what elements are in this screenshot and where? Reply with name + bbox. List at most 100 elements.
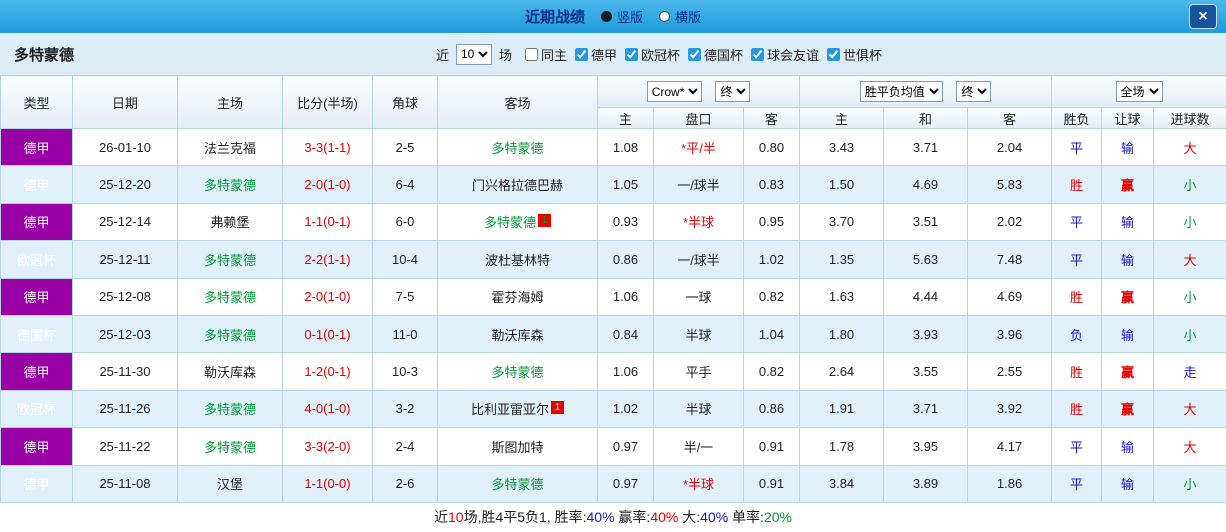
goals-cell: 走 <box>1153 352 1226 391</box>
result-cell: 胜 <box>1051 389 1103 429</box>
date-cell: 25-12-03 <box>72 314 178 354</box>
near-label: 近 <box>435 47 449 63</box>
handicap-cell: *半球 <box>653 464 744 503</box>
summary-part: 赢率: <box>614 509 651 526</box>
corner-cell: 10-3 <box>372 352 438 391</box>
filter-option[interactable]: 球会友谊 <box>751 45 819 64</box>
corner-cell: 11-0 <box>372 314 438 354</box>
home-team-cell: 多特蒙德 <box>177 314 283 354</box>
table-row: 德国杯 25-12-03 多特蒙德 0-1(0-1) 11-0 勒沃库森 0.84 半球 1.0… <box>0 314 1226 354</box>
table-row: 德甲 25-11-08 汉堡 1-1(0-0) 2-6 多特蒙德 0.97 *半球 0.91 3.… <box>0 464 1226 503</box>
avg-odds-header: 胜平负均值 终 <box>799 75 1053 108</box>
handicap-result-cell: 输 <box>1101 202 1155 242</box>
filter-checkbox[interactable] <box>827 47 841 61</box>
avg-state-select[interactable]: 终 <box>956 81 992 102</box>
handicap-cell: 一/球半 <box>653 240 744 279</box>
filter-label: 球会友谊 <box>767 47 820 63</box>
home-odds-cell: 1.08 <box>597 127 654 167</box>
handicap-result-cell: 赢 <box>1101 352 1155 391</box>
title-bar: 近期战绩 竖版 横版 × <box>0 0 1226 33</box>
score-cell: 1-1(0-1) <box>282 202 373 242</box>
layout-radio-vertical[interactable]: 竖版 <box>600 7 643 26</box>
sub-header-goals: 进球数 <box>1153 107 1226 129</box>
avg-home-cell: 1.78 <box>799 427 885 466</box>
avg-select[interactable]: 胜平负均值 <box>859 81 943 102</box>
avg-home-cell: 1.80 <box>799 314 885 354</box>
filter-option[interactable]: 欧冠杯 <box>625 45 680 64</box>
filter-option[interactable]: 德国杯 <box>688 45 743 64</box>
home-odds-cell: 0.97 <box>597 464 654 503</box>
avg-draw-cell: 3.95 <box>883 427 969 466</box>
avg-draw-cell: 3.71 <box>883 389 969 429</box>
window-title: 近期战绩 <box>524 9 585 26</box>
away-team-cell: 多特蒙德 <box>437 127 598 167</box>
home-team-cell: 多特蒙德 <box>177 165 283 204</box>
away-team-cell: 多特蒙德 1 <box>437 202 598 242</box>
sub-header-home-odds: 主 <box>597 107 654 129</box>
filter-checkbox[interactable] <box>688 47 702 61</box>
table-row: 德甲 26-01-10 法兰克福 3-3(1-1) 2-5 多特蒙德 1.08 *平/半 0.8… <box>0 127 1226 167</box>
handicap-odds-header: Crow* 终 <box>596 75 801 108</box>
avg-away-cell: 4.17 <box>967 427 1053 466</box>
home-odds-cell: 1.02 <box>597 389 654 429</box>
summary-big-rate: 40% <box>700 509 729 526</box>
layout-radio-horizontal[interactable]: 横版 <box>659 7 701 26</box>
radio-unselected-icon <box>659 11 670 22</box>
away-odds-cell: 0.91 <box>742 464 801 503</box>
table-row: 德甲 25-12-08 多特蒙德 2-0(1-0) 7-5 霍芬海姆 1.06 一球 0.82 1… <box>0 277 1226 316</box>
bookmaker-select[interactable]: Crow* <box>646 81 702 102</box>
vertical-label: 竖版 <box>616 10 643 25</box>
table-row: 欧冠杯 25-12-11 多特蒙德 2-2(1-1) 10-4 波杜基林特 0.86 一/球半… <box>0 240 1226 279</box>
match-count-select[interactable]: 10 <box>455 43 492 65</box>
avg-away-cell: 4.69 <box>967 277 1053 316</box>
avg-home-cell: 1.63 <box>799 277 885 316</box>
away-team-cell: 门兴格拉德巴赫 <box>437 165 598 204</box>
date-cell: 25-12-14 <box>72 202 178 242</box>
close-button[interactable]: × <box>1189 4 1217 29</box>
away-odds-cell: 0.80 <box>742 127 801 167</box>
avg-home-cell: 3.43 <box>799 127 885 167</box>
handicap-cell: 一球 <box>653 277 744 316</box>
league-cell: 德甲 <box>0 165 73 204</box>
sub-header-result: 胜负 <box>1051 107 1103 129</box>
filter-option[interactable]: 德甲 <box>574 45 617 64</box>
filter-checkbox[interactable] <box>751 47 765 61</box>
handicap-result-cell: 赢 <box>1101 165 1155 204</box>
scope-select[interactable]: 全场 <box>1115 81 1163 102</box>
goals-cell: 小 <box>1153 314 1226 354</box>
home-team-cell: 多特蒙德 <box>177 240 283 279</box>
goals-cell: 小 <box>1153 202 1226 242</box>
league-cell: 德甲 <box>0 127 73 167</box>
filter-checkbox[interactable] <box>625 47 638 61</box>
sub-header-avg-away: 客 <box>967 107 1053 129</box>
bookmaker-state-select[interactable]: 终 <box>715 81 751 102</box>
avg-draw-cell: 3.55 <box>883 352 969 391</box>
avg-home-cell: 3.84 <box>799 464 885 503</box>
summary-cover-rate: 40% <box>650 509 679 526</box>
avg-away-cell: 2.02 <box>967 202 1053 242</box>
handicap-cell: *平/半 <box>653 127 744 167</box>
results-tbody: 德甲 26-01-10 法兰克福 3-3(1-1) 2-5 多特蒙德 1.08 *平/半 0.8… <box>0 127 1226 503</box>
col-header-score: 比分(半场) <box>282 75 373 129</box>
filter-checkbox[interactable] <box>524 47 538 61</box>
filter-option[interactable]: 世俱杯 <box>827 45 882 64</box>
avg-away-cell: 5.83 <box>967 165 1053 204</box>
corner-cell: 7-5 <box>372 277 438 316</box>
avg-away-cell: 2.55 <box>967 352 1053 391</box>
result-cell: 负 <box>1051 314 1103 354</box>
filter-label: 德国杯 <box>704 47 744 63</box>
away-odds-cell: 1.04 <box>742 314 801 354</box>
filter-controls: 近 10 场 同主 德甲 欧冠杯 德国杯 球会友谊 世俱杯 <box>435 43 882 65</box>
col-header-type: 类型 <box>0 75 73 129</box>
filter-checkbox[interactable] <box>574 47 588 61</box>
score-cell: 3-3(1-1) <box>282 127 373 167</box>
league-cell: 德甲 <box>0 427 73 466</box>
avg-away-cell: 1.86 <box>967 464 1053 503</box>
away-team-cell: 多特蒙德 <box>437 464 598 503</box>
sub-header-handicap: 盘口 <box>653 107 744 129</box>
filter-option[interactable]: 同主 <box>524 45 567 64</box>
avg-draw-cell: 4.44 <box>883 277 969 316</box>
home-team-cell: 汉堡 <box>177 464 283 503</box>
summary-count: 10 <box>448 509 464 526</box>
avg-home-cell: 1.35 <box>799 240 885 279</box>
